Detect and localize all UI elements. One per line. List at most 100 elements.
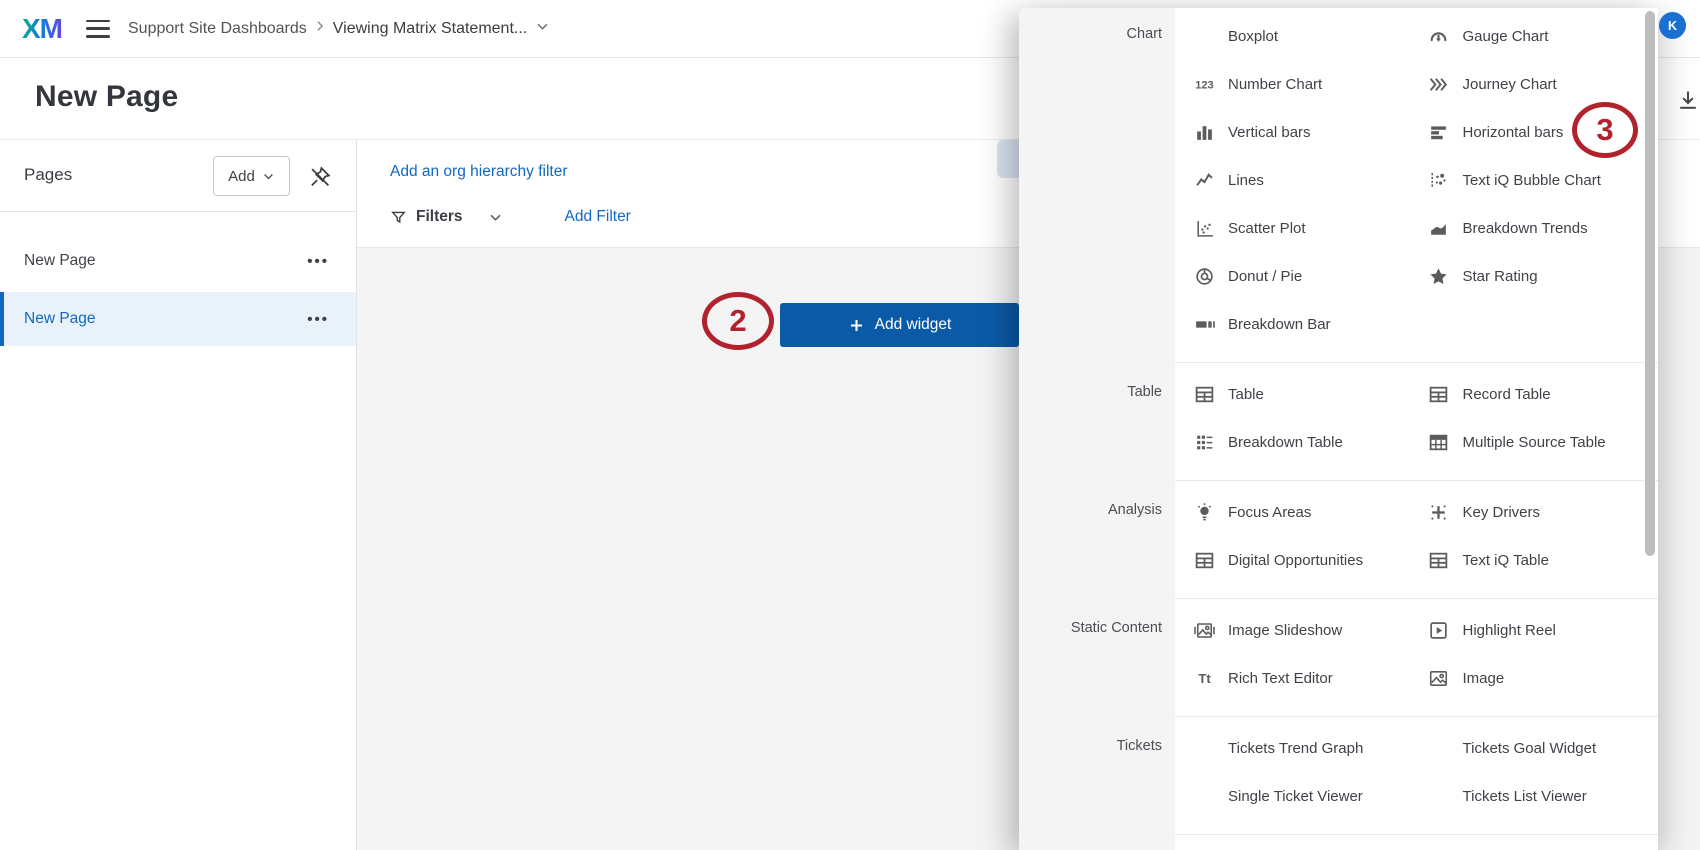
widget-type-label: Lines: [1228, 172, 1264, 189]
add-widget-button[interactable]: Add widget: [780, 303, 1019, 347]
widget-type-option[interactable]: Breakdown Table: [1175, 418, 1410, 466]
sidebar-page-item-label: New Page: [24, 252, 96, 270]
breakdown-table-icon: [1193, 431, 1215, 453]
breadcrumb-section[interactable]: Support Site Dashboards: [128, 20, 307, 38]
widget-type-option[interactable]: Vertical bars: [1175, 108, 1410, 156]
funnel-icon: [390, 209, 407, 226]
widget-type-option[interactable]: Gauge Chart: [1410, 12, 1645, 60]
widget-items-grid: Image Slideshow Highlight Reel TtRich Text…: [1175, 598, 1658, 716]
widget-items-grid: BoxplotGauge Chart123Number Chart Journey…: [1175, 8, 1658, 362]
sidebar-page-item[interactable]: New Page •••: [0, 234, 356, 288]
widget-type-option[interactable]: Star Rating: [1410, 252, 1645, 300]
widget-type-option[interactable]: Digital Opportunities: [1175, 536, 1410, 584]
add-filter-link[interactable]: Add Filter: [565, 208, 631, 226]
widget-category-label: Analysis: [1019, 480, 1175, 598]
widget-type-label: Breakdown Bar: [1228, 316, 1331, 333]
journey-icon: [1428, 73, 1450, 95]
widget-type-option[interactable]: Tickets Goal Widget: [1410, 724, 1645, 772]
chevron-down-icon: [262, 170, 275, 183]
widget-type-label: Breakdown Table: [1228, 434, 1343, 451]
key-drivers-icon: [1428, 501, 1450, 523]
widget-type-option[interactable]: Tickets Trend Graph: [1175, 724, 1410, 772]
widget-category-label: [1019, 834, 1175, 850]
widget-type-option[interactable]: TtRich Text Editor: [1175, 654, 1410, 702]
add-widget-label: Add widget: [875, 316, 952, 334]
widget-type-option[interactable]: Tickets List Viewer: [1410, 772, 1645, 820]
widget-type-option[interactable]: Image Slideshow: [1175, 606, 1410, 654]
widget-type-option[interactable]: Key Drivers: [1410, 488, 1645, 536]
widget-section: Analysis Focus Areas Key DriversDigital Op…: [1019, 480, 1658, 598]
widget-type-option[interactable]: Table: [1175, 370, 1410, 418]
user-avatar[interactable]: K: [1659, 12, 1686, 39]
org-hierarchy-filter-link[interactable]: Add an org hierarchy filter: [390, 163, 567, 181]
widget-type-option[interactable]: Boxplot: [1175, 12, 1410, 60]
widget-type-label: Star Rating: [1463, 268, 1538, 285]
gauge-icon: [1428, 25, 1450, 47]
add-page-button-label: Add: [228, 168, 255, 185]
pages-sidebar: Pages Add New Page•••New Page•••: [0, 140, 357, 850]
page-item-options-icon[interactable]: •••: [307, 311, 329, 328]
widget-type-option: [1175, 836, 1410, 850]
widget-type-label: Image Slideshow: [1228, 622, 1342, 639]
widget-type-label: Donut / Pie: [1228, 268, 1302, 285]
widget-items-grid: Focus Areas Key DriversDigital Opportunit…: [1175, 480, 1658, 598]
widget-type-option[interactable]: Scatter Plot: [1175, 204, 1410, 252]
annotation-step-2: 2: [702, 292, 774, 350]
widget-type-label: Text iQ Bubble Chart: [1463, 172, 1601, 189]
filters-label: Filters: [416, 208, 463, 226]
table-icon: [1193, 549, 1215, 571]
widget-section: ChartBoxplotGauge Chart123Number ChartJo…: [1019, 8, 1658, 362]
widget-type-option: [1410, 836, 1645, 850]
widget-type-label: Scatter Plot: [1228, 220, 1306, 237]
widget-section: [1019, 834, 1658, 850]
widget-type-label: Focus Areas: [1228, 504, 1311, 521]
vertical-bars-icon: [1193, 121, 1215, 143]
widget-type-option[interactable]: Text iQ Table: [1410, 536, 1645, 584]
widget-section: TicketsTickets Trend GraphTickets Goal W…: [1019, 716, 1658, 834]
plus-icon: [848, 317, 865, 334]
widget-type-option[interactable]: Journey Chart: [1410, 60, 1645, 108]
widget-type-option[interactable]: Text iQ Bubble Chart: [1410, 156, 1645, 204]
widget-type-label: Record Table: [1463, 386, 1551, 403]
app-window: XM Support Site Dashboards Viewing Matri…: [0, 0, 1700, 850]
widget-items-grid: Tickets Trend GraphTickets Goal WidgetSi…: [1175, 716, 1658, 834]
widget-type-option[interactable]: Breakdown Bar: [1175, 300, 1410, 348]
widget-type-option[interactable]: Lines: [1175, 156, 1410, 204]
unpin-sidebar-icon[interactable]: [308, 165, 332, 189]
panel-scrollbar-thumb[interactable]: [1645, 11, 1655, 556]
widget-type-option[interactable]: Breakdown Trends: [1410, 204, 1645, 252]
add-page-button[interactable]: Add: [213, 156, 290, 196]
breadcrumb-chevron-icon: [313, 19, 327, 38]
filters-toggle[interactable]: Filters: [390, 208, 503, 226]
sidebar-page-item[interactable]: New Page•••: [0, 292, 356, 346]
breadcrumb-dropdown-icon[interactable]: [535, 19, 550, 39]
widget-type-option[interactable]: Record Table: [1410, 370, 1645, 418]
widget-type-option[interactable]: Multiple Source Table: [1410, 418, 1645, 466]
widget-type-option[interactable]: Donut / Pie: [1175, 252, 1410, 300]
widget-category-label: Static Content: [1019, 598, 1175, 716]
widget-section: Table Table Record Table Breakdown Table Mul…: [1019, 362, 1658, 480]
widget-type-option[interactable]: Highlight Reel: [1410, 606, 1645, 654]
widget-type-option[interactable]: Horizontal bars: [1410, 108, 1645, 156]
widget-type-label: Breakdown Trends: [1463, 220, 1588, 237]
hamburger-menu-icon[interactable]: [86, 20, 110, 38]
donut-chart-icon: [1193, 265, 1215, 287]
widget-type-option[interactable]: Single Ticket Viewer: [1175, 772, 1410, 820]
pages-list: New Page•••New Page•••: [0, 212, 356, 346]
widget-type-label: Vertical bars: [1228, 124, 1311, 141]
widget-category-label: Table: [1019, 362, 1175, 480]
widget-type-label: Highlight Reel: [1463, 622, 1556, 639]
widget-type-option[interactable]: 123Number Chart: [1175, 60, 1410, 108]
widget-type-label: Image: [1463, 670, 1505, 687]
widget-type-label: Journey Chart: [1463, 76, 1557, 93]
widget-type-label: Table: [1228, 386, 1264, 403]
breadcrumb-current-page[interactable]: Viewing Matrix Statement...: [333, 20, 527, 38]
widget-type-option[interactable]: Focus Areas: [1175, 488, 1410, 536]
horizontal-bars-icon: [1428, 121, 1450, 143]
export-download-icon[interactable]: [1676, 88, 1700, 112]
svg-text:123: 123: [1195, 79, 1213, 91]
widget-type-label: Tickets List Viewer: [1463, 788, 1587, 805]
page-item-options-icon[interactable]: •••: [307, 253, 329, 270]
widget-type-option[interactable]: Image: [1410, 654, 1645, 702]
widget-category-label: Tickets: [1019, 716, 1175, 834]
